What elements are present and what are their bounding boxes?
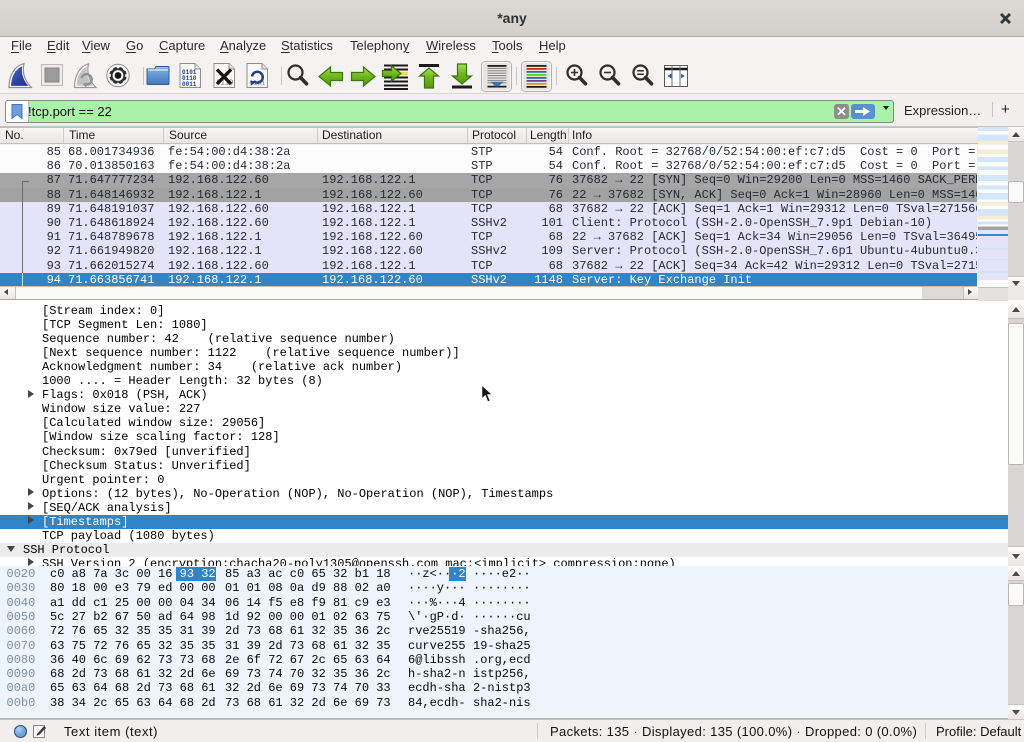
svg-text:0011: 0011	[182, 81, 197, 88]
